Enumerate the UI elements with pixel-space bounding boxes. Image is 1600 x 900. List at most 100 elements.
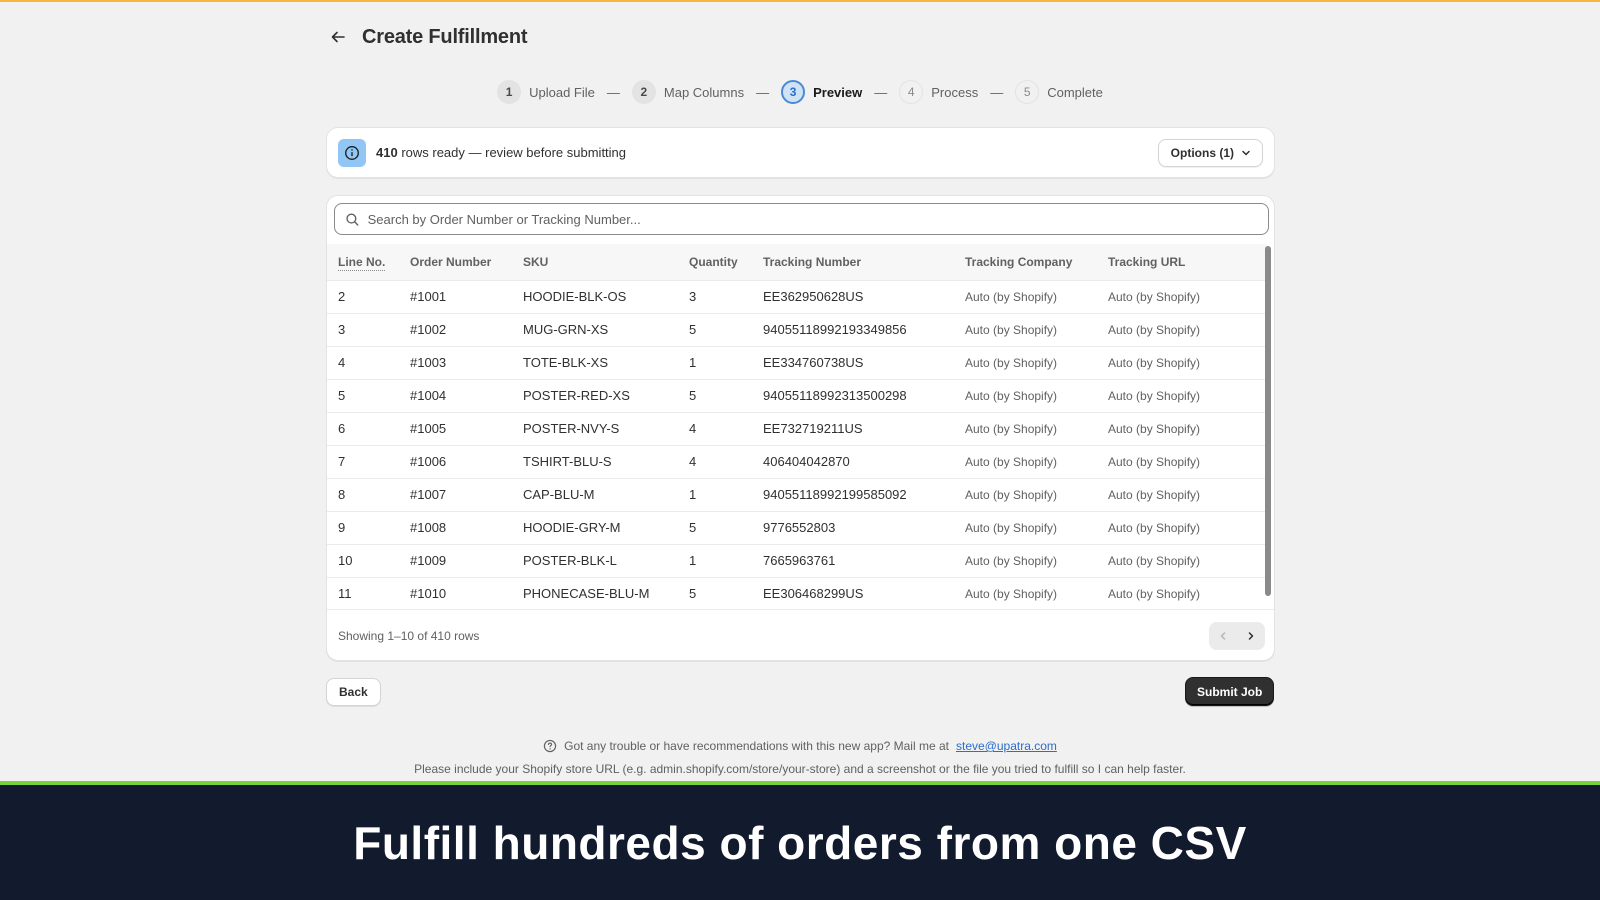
line-number-cell: 4 [338,355,346,370]
tracking-number-cell: 94055118992199585092 [763,487,907,502]
sku-cell: TSHIRT-BLU-S [523,454,612,469]
table-scrollbar[interactable] [1265,246,1271,596]
table-footer: Showing 1–10 of 410 rows [327,609,1274,660]
search-icon [346,213,359,226]
quantity-cell: 1 [689,487,697,502]
order-number-cell: #1007 [410,487,447,502]
caption-text: Fulfill hundreds of orders from one CSV [353,816,1247,869]
options-label: Options (1) [1170,145,1234,160]
table-row: 7 #1006 TSHIRT-BLU-S 4 406404042870 Auto (by … [327,445,1267,478]
sku-cell: CAP-BLU-M [523,487,595,502]
back-button[interactable]: Back [326,678,381,706]
quantity-cell: 5 [689,586,697,602]
tracking-company-cell: Auto (by Shopify) [965,553,1058,568]
tracking-number-cell: EE732719211US [763,421,863,436]
quantity-cell: 4 [689,421,697,436]
support-email-link[interactable]: steve@upatra.com [956,739,1057,753]
next-page-button[interactable] [1237,621,1265,650]
column-header-tracking-url: Tracking URL [1108,254,1186,269]
step-number: 2 [631,80,656,104]
tracking-url-cell: Auto (by Shopify) [1108,322,1201,337]
step-complete: 5 Complete [1015,80,1103,104]
step-upload-file: 1 Upload File [497,80,595,104]
step-label: Process [931,84,979,100]
step-label: Map Columns [663,84,745,100]
line-number-cell: 5 [338,388,346,403]
column-header-order-number: Order Number [410,254,492,269]
tracking-company-cell: Auto (by Shopify) [965,388,1058,403]
sku-cell: POSTER-NVY-S [523,421,620,436]
step-map-columns: 2 Map Columns [631,80,745,104]
tracking-number-cell: EE334760738US [763,355,864,370]
table-row: 6 #1005 POSTER-NVY-S 4 EE732719211US Auto (by… [327,412,1267,445]
banner-message: rows ready — review before submitting [397,145,627,160]
table-header-row: Line No. Order Number SKU Quantity Tracking … [327,244,1267,280]
quantity-cell: 1 [689,553,697,568]
search-input[interactable] [367,211,1258,227]
chevron-right-icon [1248,631,1254,640]
tracking-company-cell: Auto (by Shopify) [965,355,1058,370]
quantity-cell: 5 [689,388,697,403]
help-instructions: Please include your Shopify store URL (e… [414,762,1186,776]
column-header-sku: SKU [523,254,549,269]
page-title: Create Fulfillment [362,25,528,48]
previous-page-button[interactable] [1209,621,1237,650]
line-number-cell: 7 [338,454,346,469]
table-row: 5 #1004 POSTER-RED-XS 5 94055118992313500298… [327,379,1267,412]
search-field[interactable] [334,203,1269,235]
order-number-cell: #1004 [410,388,447,403]
chevron-left-icon [1220,631,1226,640]
tracking-url-cell: Auto (by Shopify) [1108,454,1201,469]
table-row: 10 #1009 POSTER-BLK-L 1 7665963761 Auto (by S… [327,544,1267,577]
tracking-company-cell: Auto (by Shopify) [965,289,1058,304]
preview-table-card: Line No. Order Number SKU Quantity Tracking … [326,195,1275,661]
quantity-cell: 5 [689,322,697,337]
submit-job-button[interactable]: Submit Job [1185,677,1275,706]
order-number-cell: #1008 [410,520,447,535]
table-row: 11 #1010 PHONECASE-BLU-M 5 EE306468299US Auto… [327,577,1267,608]
tracking-number-cell: 94055118992193349856 [763,322,907,337]
table-row: 8 #1007 CAP-BLU-M 1 94055118992199585092 Auto… [327,478,1267,511]
help-line: Got any trouble or have recommendations … [0,739,1600,753]
sku-cell: HOODIE-GRY-M [523,520,621,535]
table-row: 3 #1002 MUG-GRN-XS 5 94055118992193349856 Aut… [327,313,1267,346]
options-button[interactable]: Options (1) [1157,138,1263,167]
row-count: 410 [376,145,398,160]
column-header-tracking-company: Tracking Company [965,254,1073,269]
line-number-cell: 11 [338,586,352,602]
table-row: 2 #1001 HOODIE-BLK-OS 3 EE362950628US Auto (b… [327,280,1267,313]
step-label: Preview [813,84,863,100]
tracking-number-cell: EE306468299US [763,586,864,602]
tracking-number-cell: 94055118992313500298 [763,388,907,403]
sku-cell: PHONECASE-BLU-M [523,586,650,602]
quantity-cell: 3 [689,289,697,304]
tracking-company-cell: Auto (by Shopify) [965,454,1058,469]
tracking-number-cell: 406404042870 [763,454,850,469]
tracking-company-cell: Auto (by Shopify) [965,520,1058,535]
line-number-cell: 3 [338,322,346,337]
tracking-url-cell: Auto (by Shopify) [1108,487,1201,502]
pagination-summary: Showing 1–10 of 410 rows [338,628,480,643]
line-number-cell: 9 [338,520,346,535]
quantity-cell: 4 [689,454,697,469]
info-icon [338,138,366,167]
line-number-cell: 8 [338,487,346,502]
banner-text: 410 rows ready — review before submittin… [376,145,626,160]
tracking-number-cell: 7665963761 [763,553,836,568]
step-number: 3 [781,80,806,104]
pagination [1209,621,1265,650]
tracking-url-cell: Auto (by Shopify) [1108,553,1201,568]
help-text: Got any trouble or have recommendations … [564,739,949,753]
chevron-down-icon [1242,150,1250,155]
line-number-cell: 6 [338,421,346,436]
step-process: 4 Process [899,80,978,104]
arrow-left-icon[interactable] [326,25,350,49]
line-number-cell: 2 [338,289,346,304]
sku-cell: HOODIE-BLK-OS [523,289,627,304]
tracking-company-cell: Auto (by Shopify) [965,586,1058,601]
tracking-number-cell: 9776552803 [763,520,836,535]
rows-ready-banner: 410 rows ready — review before submittin… [326,127,1275,178]
tracking-company-cell: Auto (by Shopify) [965,421,1058,436]
tracking-url-cell: Auto (by Shopify) [1108,421,1201,436]
step-separator: — [990,84,1004,100]
